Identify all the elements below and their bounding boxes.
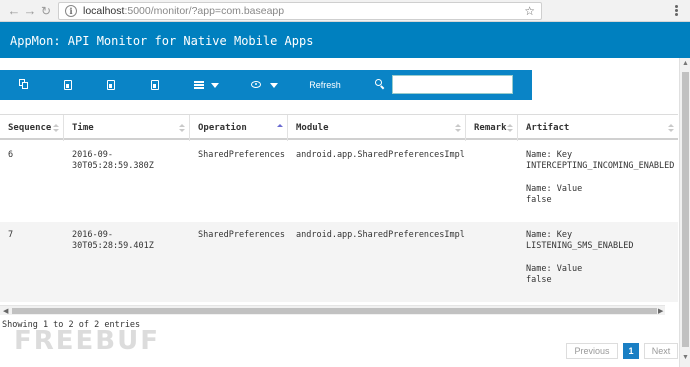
browser-menu-icon[interactable] [670, 4, 682, 18]
copy-icon[interactable] [19, 79, 29, 90]
column-header-sequence[interactable]: Sequence [0, 115, 64, 141]
vertical-scrollbar[interactable]: ▲ ▼ [679, 58, 690, 367]
cell-module: android.app.SharedPreferencesImpl [296, 230, 465, 240]
cell-time-date: 2016-09- [72, 230, 113, 240]
visibility-dropdown-caret-icon[interactable] [270, 83, 278, 88]
column-header-remark[interactable]: Remark [466, 115, 518, 141]
browser-toolbar: ← → ↻ i localhost:5000/monitor/?app=com.… [0, 0, 690, 22]
cell-module: android.app.SharedPreferencesImpl [296, 150, 465, 160]
reload-icon[interactable]: ↻ [38, 3, 54, 19]
column-header-time[interactable]: Time [64, 115, 190, 141]
url-host: localhost [83, 5, 125, 17]
horizontal-scroll-thumb[interactable] [12, 308, 657, 314]
cell-artifact-value-label: Name: Value [526, 264, 583, 274]
columns-menu-icon[interactable] [194, 81, 204, 89]
forward-arrow-icon[interactable]: → [22, 3, 38, 19]
cell-artifact-key-label: Name: Key [526, 230, 573, 240]
sort-icon [179, 124, 185, 132]
cell-artifact-key-label: Name: Key [526, 150, 573, 160]
search-icon [375, 79, 382, 86]
scroll-up-arrow-icon[interactable]: ▲ [682, 60, 689, 67]
scroll-down-arrow-icon[interactable]: ▼ [682, 354, 689, 361]
column-header-module[interactable]: Module [288, 115, 466, 141]
app-title: AppMon: API Monitor for Native Mobile Ap… [10, 34, 314, 48]
cell-artifact-value: false [526, 275, 552, 285]
cell-time-clock: 30T05:28:59.380Z [72, 161, 154, 171]
cell-artifact-value: false [526, 195, 552, 205]
refresh-button[interactable]: Refresh [300, 70, 350, 100]
app-header: AppMon: API Monitor for Native Mobile Ap… [0, 22, 690, 58]
bookmark-star-icon[interactable]: ☆ [524, 3, 535, 19]
url-path: :5000/monitor/?app=com.baseapp [124, 5, 285, 17]
table-row[interactable]: 7 2016-09- 30T05:28:59.401Z SharedPrefer… [0, 222, 678, 302]
back-arrow-icon[interactable]: ← [6, 3, 22, 19]
table-toolbar: Refresh [0, 70, 532, 100]
vertical-scroll-thumb[interactable] [682, 72, 689, 347]
cell-sequence: 6 [8, 150, 14, 160]
sort-icon [668, 124, 674, 132]
export-excel-icon[interactable] [107, 80, 115, 90]
column-header-operation[interactable]: Operation [190, 115, 288, 141]
table-row[interactable]: 6 2016-09- 30T05:28:59.380Z SharedPrefer… [0, 142, 678, 222]
column-header-label: Artifact [526, 123, 570, 133]
column-header-artifact[interactable]: Artifact [518, 115, 678, 141]
search-input[interactable] [392, 75, 513, 94]
cell-time-clock: 30T05:28:59.401Z [72, 241, 154, 251]
info-icon[interactable]: i [65, 5, 77, 17]
columns-dropdown-caret-icon[interactable] [211, 83, 219, 88]
export-csv-icon[interactable] [64, 80, 72, 90]
cell-artifact-key-value: LISTENING_SMS_ENABLED [526, 241, 634, 251]
cell-operation: SharedPreferences [198, 150, 285, 160]
sort-ascending-icon [277, 124, 283, 132]
visibility-eye-icon[interactable] [251, 81, 261, 88]
column-header-label: Remark [474, 123, 507, 133]
column-header-label: Time [72, 123, 94, 133]
sort-icon [53, 124, 59, 132]
column-header-label: Sequence [8, 123, 52, 133]
horizontal-scrollbar[interactable]: ◀ ▶ [0, 305, 665, 315]
previous-page-button[interactable]: Previous [566, 343, 618, 359]
cell-time-date: 2016-09- [72, 150, 113, 160]
cell-artifact-value-label: Name: Value [526, 184, 583, 194]
scroll-left-arrow-icon[interactable]: ◀ [3, 307, 8, 315]
column-header-label: Module [296, 123, 329, 133]
page-1-button[interactable]: 1 [623, 343, 639, 359]
cell-operation: SharedPreferences [198, 230, 285, 240]
freebuf-watermark-logo: FREEBUF [14, 326, 160, 356]
cell-sequence: 7 [8, 230, 14, 240]
address-bar[interactable]: i localhost:5000/monitor/?app=com.baseap… [58, 2, 542, 20]
sort-icon [455, 124, 461, 132]
table-info: Showing 1 to 2 of 2 entries [2, 320, 141, 330]
cell-artifact-key-value: INTERCEPTING_INCOMING_ENABLED [526, 161, 675, 171]
table-header: Sequence Time Operation Module Remark Ar… [0, 114, 678, 141]
next-page-button[interactable]: Next [644, 343, 678, 359]
column-header-label: Operation [198, 123, 247, 133]
url-text[interactable]: localhost:5000/monitor/?app=com.baseapp [83, 5, 284, 17]
scroll-right-arrow-icon[interactable]: ▶ [658, 307, 663, 315]
sort-icon [507, 124, 513, 132]
export-pdf-icon[interactable] [151, 80, 159, 90]
